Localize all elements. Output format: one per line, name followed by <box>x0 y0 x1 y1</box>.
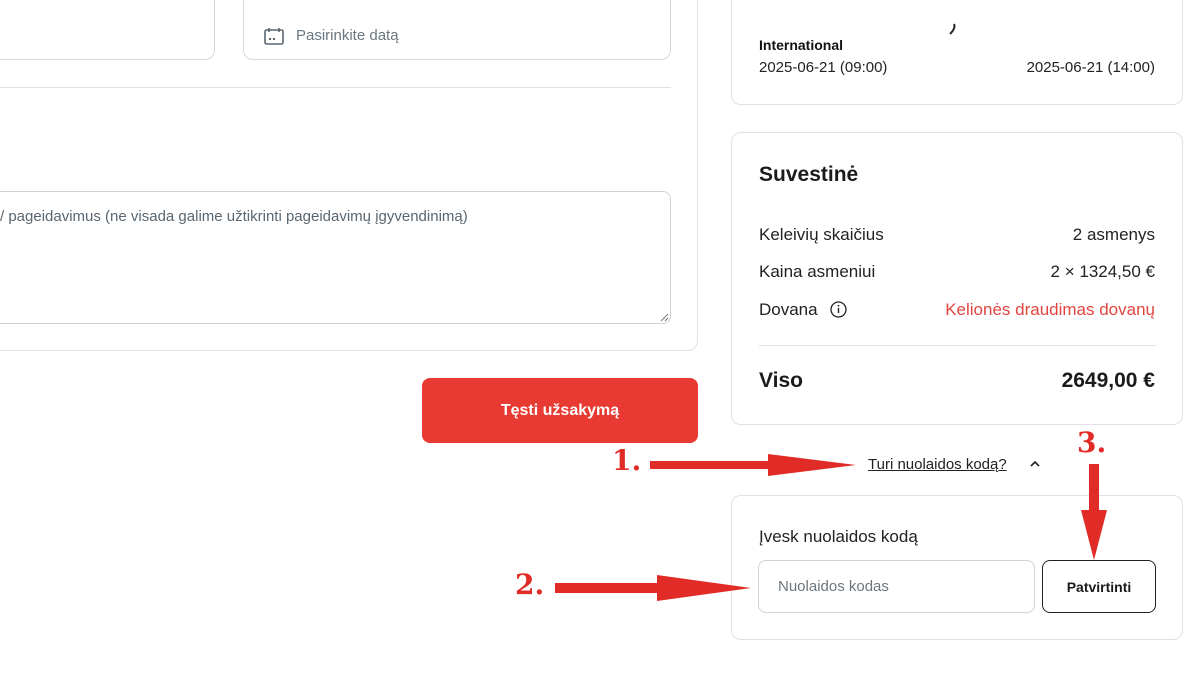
discount-title: Įvesk nuolaidos kodą <box>759 527 918 546</box>
cut-off-glyph <box>949 23 956 35</box>
date-placeholder: Pasirinkite datą <box>296 27 399 44</box>
arrow-3-icon <box>1081 464 1107 560</box>
price-label: Kaina asmeniui <box>759 262 876 281</box>
discount-code-input[interactable] <box>758 560 1035 613</box>
form-divider <box>0 87 671 88</box>
total-label: Viso <box>759 369 803 392</box>
gift-label: Dovana <box>759 300 818 319</box>
summary-divider <box>759 345 1156 346</box>
confirm-discount-button[interactable]: Patvirtinti <box>1042 560 1156 613</box>
arrow-1-icon <box>650 454 856 476</box>
trip-arrival: 2025-06-21 (14:00) <box>1026 59 1155 76</box>
total-value: 2649,00 € <box>1061 369 1155 392</box>
price-value: 2 × 1324,50 € <box>1050 262 1155 281</box>
trip-departure: 2025-06-21 (09:00) <box>759 59 888 76</box>
passengers-value: 2 asmenys <box>1072 225 1155 244</box>
trip-operator: International <box>759 37 844 53</box>
chevron-up-icon[interactable] <box>1029 459 1041 469</box>
summary-title: Suvestinė <box>759 163 859 186</box>
calendar-icon <box>264 28 284 45</box>
wishes-placeholder: / pageidavimus (ne visada galime užtikri… <box>0 208 468 225</box>
arrow-2-icon <box>555 575 751 601</box>
step-2-label: 2. <box>515 568 545 601</box>
step-1-label: 1. <box>612 444 642 477</box>
form-field-partial[interactable] <box>0 0 215 60</box>
continue-order-button[interactable]: Tęsti užsakymą <box>422 378 698 443</box>
info-icon[interactable] <box>830 301 847 318</box>
step-3-label: 3. <box>1077 426 1107 459</box>
gift-value: Kelionės draudimas dovanų <box>945 300 1155 319</box>
passengers-label: Keleivių skaičius <box>759 225 884 244</box>
resize-handle-icon[interactable] <box>660 313 669 322</box>
discount-code-toggle[interactable]: Turi nuolaidos kodą? <box>868 456 1007 473</box>
